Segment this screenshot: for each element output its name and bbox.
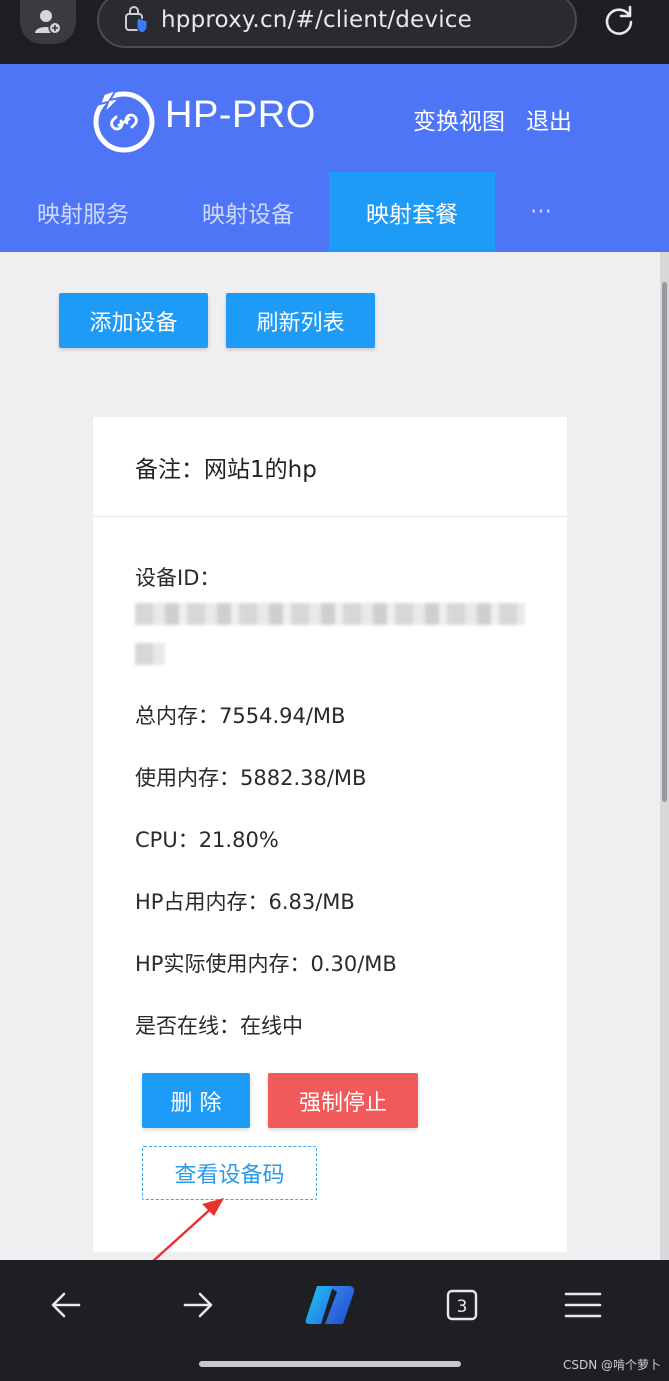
copilot-icon [305,1286,355,1324]
refresh-list-button[interactable]: 刷新列表 [226,293,375,348]
reload-icon [605,5,633,35]
cpu-usage: CPU：21.80% [135,828,279,852]
app-header: HP-PRO 变换视图 退出 映射服务 映射设备 映射套餐 ··· [0,64,669,252]
device-id-redacted [135,603,525,625]
hp-memory: HP占用内存：6.83/MB [135,890,355,914]
device-id-redacted-end [135,643,165,665]
hp-actual-memory: HP实际使用内存：0.30/MB [135,952,397,976]
add-profile-icon [35,10,62,35]
force-stop-button[interactable]: 强制停止 [268,1073,418,1128]
tab-mapping-service[interactable]: 映射服务 [0,172,166,252]
back-arrow-icon [51,1292,81,1318]
scrollbar[interactable] [660,252,669,1260]
tabs-button[interactable]: 3 [432,1280,492,1330]
tabs-count-icon: 3 [446,1289,478,1321]
logo-text: HP-PRO [165,94,316,136]
watermark: CSDN @啃个萝卜 [562,1358,661,1372]
site-lock-icon [125,6,148,34]
forward-arrow-icon [183,1292,213,1318]
browser-bottom-bar: 3 CSDN @啃个萝卜 [0,1260,669,1381]
url-text: hpproxy.cn/#/client/device [161,7,473,33]
device-id-label: 设备ID： [135,566,221,590]
used-memory: 使用内存：5882.38/MB [135,766,367,790]
device-card: 备注：网站1的hp 设备ID： 总内存：7554.94/MB 使用内存：5882… [93,417,567,1252]
total-memory: 总内存：7554.94/MB [135,704,346,728]
logo-icon [93,88,155,153]
home-indicator[interactable] [199,1361,461,1367]
reload-button[interactable] [598,0,640,40]
delete-button[interactable]: 删 除 [142,1073,250,1128]
device-remark: 备注：网站1的hp [93,417,567,517]
tab-mapping-device[interactable]: 映射设备 [165,172,331,252]
back-button[interactable] [36,1280,96,1330]
online-status: 是否在线：在线中 [135,1014,303,1038]
copilot-button[interactable] [300,1280,360,1330]
hamburger-menu-icon [564,1292,602,1318]
main-content: 添加设备 刷新列表 备注：网站1的hp 设备ID： 总内存：7554.94/MB… [0,252,660,1260]
annotation-arrow-icon [151,1198,224,1263]
tab-more[interactable]: ··· [458,172,624,252]
url-bar[interactable]: hpproxy.cn/#/client/device [97,0,577,48]
profile-button[interactable] [20,0,76,44]
menu-button[interactable] [553,1280,613,1330]
nav-tabs: 映射服务 映射设备 映射套餐 ··· [0,172,669,252]
forward-button[interactable] [168,1280,228,1330]
logout-link[interactable]: 退出 [526,102,572,136]
add-device-button[interactable]: 添加设备 [59,293,208,348]
browser-top-bar: hpproxy.cn/#/client/device [0,0,669,64]
switch-view-link[interactable]: 变换视图 [413,102,505,136]
device-remark-text: 备注：网站1的hp [135,456,317,483]
tab-count-text: 3 [457,1297,468,1317]
